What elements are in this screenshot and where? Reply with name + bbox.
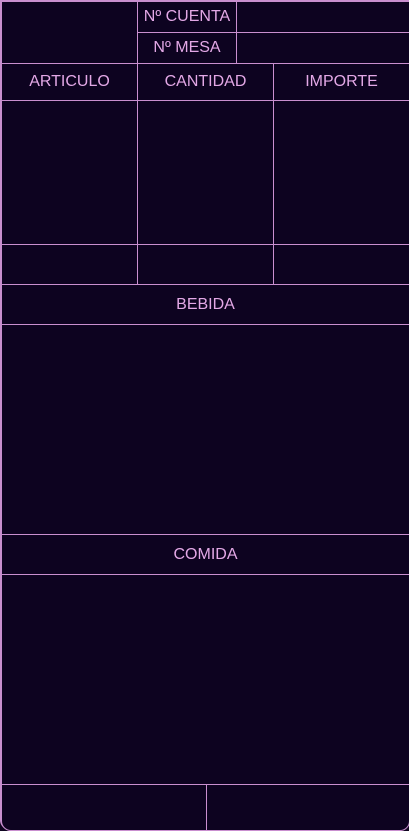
drinks-section-title: BEBIDA bbox=[176, 295, 235, 313]
bottom-right-action[interactable] bbox=[206, 784, 409, 831]
column-header-amount: IMPORTE bbox=[273, 63, 409, 101]
amount-list[interactable] bbox=[273, 100, 409, 245]
quantity-list[interactable] bbox=[137, 100, 274, 245]
column-header-quantity: CANTIDAD bbox=[137, 63, 274, 101]
header-blank-cell bbox=[1, 1, 138, 64]
bottom-left-action[interactable] bbox=[1, 784, 207, 831]
account-number-label: Nº CUENTA bbox=[137, 1, 237, 33]
table-number-label-text: Nº MESA bbox=[153, 39, 221, 56]
article-list[interactable] bbox=[1, 100, 138, 245]
account-number-field[interactable] bbox=[236, 1, 409, 33]
food-section-title: COMIDA bbox=[173, 545, 238, 563]
food-panel[interactable] bbox=[1, 574, 409, 785]
food-section-header[interactable]: COMIDA bbox=[1, 534, 409, 575]
order-form: Nº CUENTA Nº MESA ARTICULO CANTIDAD IMPO… bbox=[0, 0, 409, 831]
table-number-field[interactable] bbox=[236, 32, 409, 64]
account-number-label-text: Nº CUENTA bbox=[143, 8, 231, 25]
column-header-quantity-text: CANTIDAD bbox=[164, 73, 247, 90]
article-total-cell bbox=[1, 244, 138, 285]
column-header-article-text: ARTICULO bbox=[29, 73, 110, 90]
drinks-panel[interactable] bbox=[1, 324, 409, 535]
drinks-section-header[interactable]: BEBIDA bbox=[1, 284, 409, 325]
column-header-article: ARTICULO bbox=[1, 63, 138, 101]
amount-total-cell bbox=[273, 244, 409, 285]
table-number-label: Nº MESA bbox=[137, 32, 237, 64]
column-header-amount-text: IMPORTE bbox=[305, 73, 378, 90]
quantity-total-cell bbox=[137, 244, 274, 285]
